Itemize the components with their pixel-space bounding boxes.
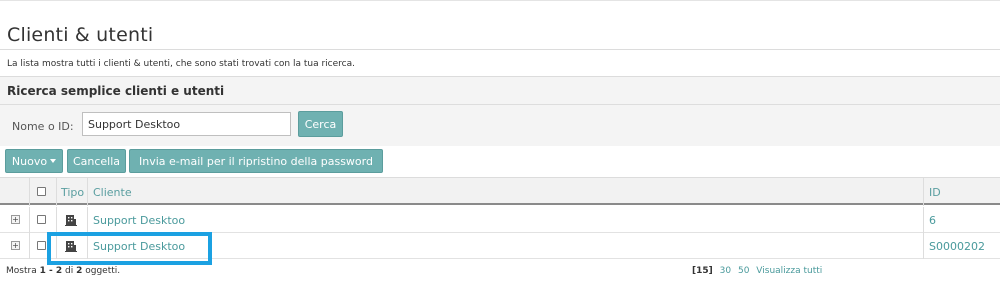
id-link[interactable]: S0000202	[929, 240, 985, 253]
search-input[interactable]	[82, 112, 291, 136]
summary-prefix: Mostra	[6, 266, 37, 276]
search-divider	[0, 104, 1000, 105]
building-icon	[65, 215, 77, 226]
row-checkbox[interactable]	[37, 215, 46, 224]
page-size-30-link[interactable]: 30	[720, 266, 731, 276]
new-dropdown-button[interactable]: Nuovo	[5, 149, 63, 173]
column-divider	[923, 207, 924, 233]
show-all-link[interactable]: Visualizza tutti	[756, 266, 822, 276]
page-size-current: [15]	[692, 266, 713, 276]
column-divider	[87, 178, 88, 206]
table-row: + Support Desktoo 6	[0, 207, 1000, 233]
results-summary: Mostra 1 - 2 di 2 oggetti.	[6, 266, 120, 276]
summary-range: 1 - 2	[39, 266, 63, 276]
row-checkbox[interactable]	[37, 241, 46, 250]
header-client[interactable]: Cliente	[93, 186, 132, 199]
header-id[interactable]: ID	[929, 186, 941, 199]
table-header: Tipo Cliente ID	[0, 177, 1000, 206]
column-divider	[29, 178, 30, 206]
column-divider	[29, 233, 30, 259]
page-description: La lista mostra tutti i clienti & utenti…	[7, 59, 355, 69]
search-button[interactable]: Cerca	[298, 111, 343, 137]
summary-of: di	[65, 266, 74, 276]
send-password-reset-button[interactable]: Invia e-mail per il ripristino della pas…	[129, 149, 383, 173]
client-link[interactable]: Support Desktoo	[93, 214, 185, 227]
expand-row-icon[interactable]: +	[11, 241, 20, 250]
id-link[interactable]: 6	[929, 214, 936, 227]
column-divider	[923, 233, 924, 259]
top-border	[0, 0, 1000, 4]
header-type[interactable]: Tipo	[61, 186, 84, 199]
select-all-checkbox[interactable]	[37, 187, 46, 196]
search-label: Nome o ID:	[12, 120, 74, 133]
title-divider	[0, 49, 1000, 50]
page-size-50-link[interactable]: 50	[738, 266, 749, 276]
column-divider	[923, 178, 924, 206]
page-title: Clienti & utenti	[7, 24, 154, 46]
highlight-box	[47, 232, 212, 265]
column-divider	[56, 207, 57, 233]
toolbar: Nuovo Cancella Invia e-mail per il ripri…	[0, 146, 1000, 176]
search-heading: Ricerca semplice clienti e utenti	[7, 84, 225, 98]
summary-suffix: oggetti.	[85, 266, 121, 276]
expand-row-icon[interactable]: +	[11, 215, 20, 224]
cancel-button[interactable]: Cancella	[67, 149, 126, 173]
column-divider	[29, 207, 30, 233]
summary-total: 2	[76, 266, 83, 276]
new-button-label: Nuovo	[11, 154, 48, 168]
search-panel: Ricerca semplice clienti e utenti Nome o…	[0, 76, 1000, 146]
column-divider	[56, 178, 57, 206]
page-size-selector: [15] 30 50 Visualizza tutti	[692, 266, 822, 276]
column-divider	[87, 207, 88, 233]
caret-down-icon	[50, 159, 57, 163]
